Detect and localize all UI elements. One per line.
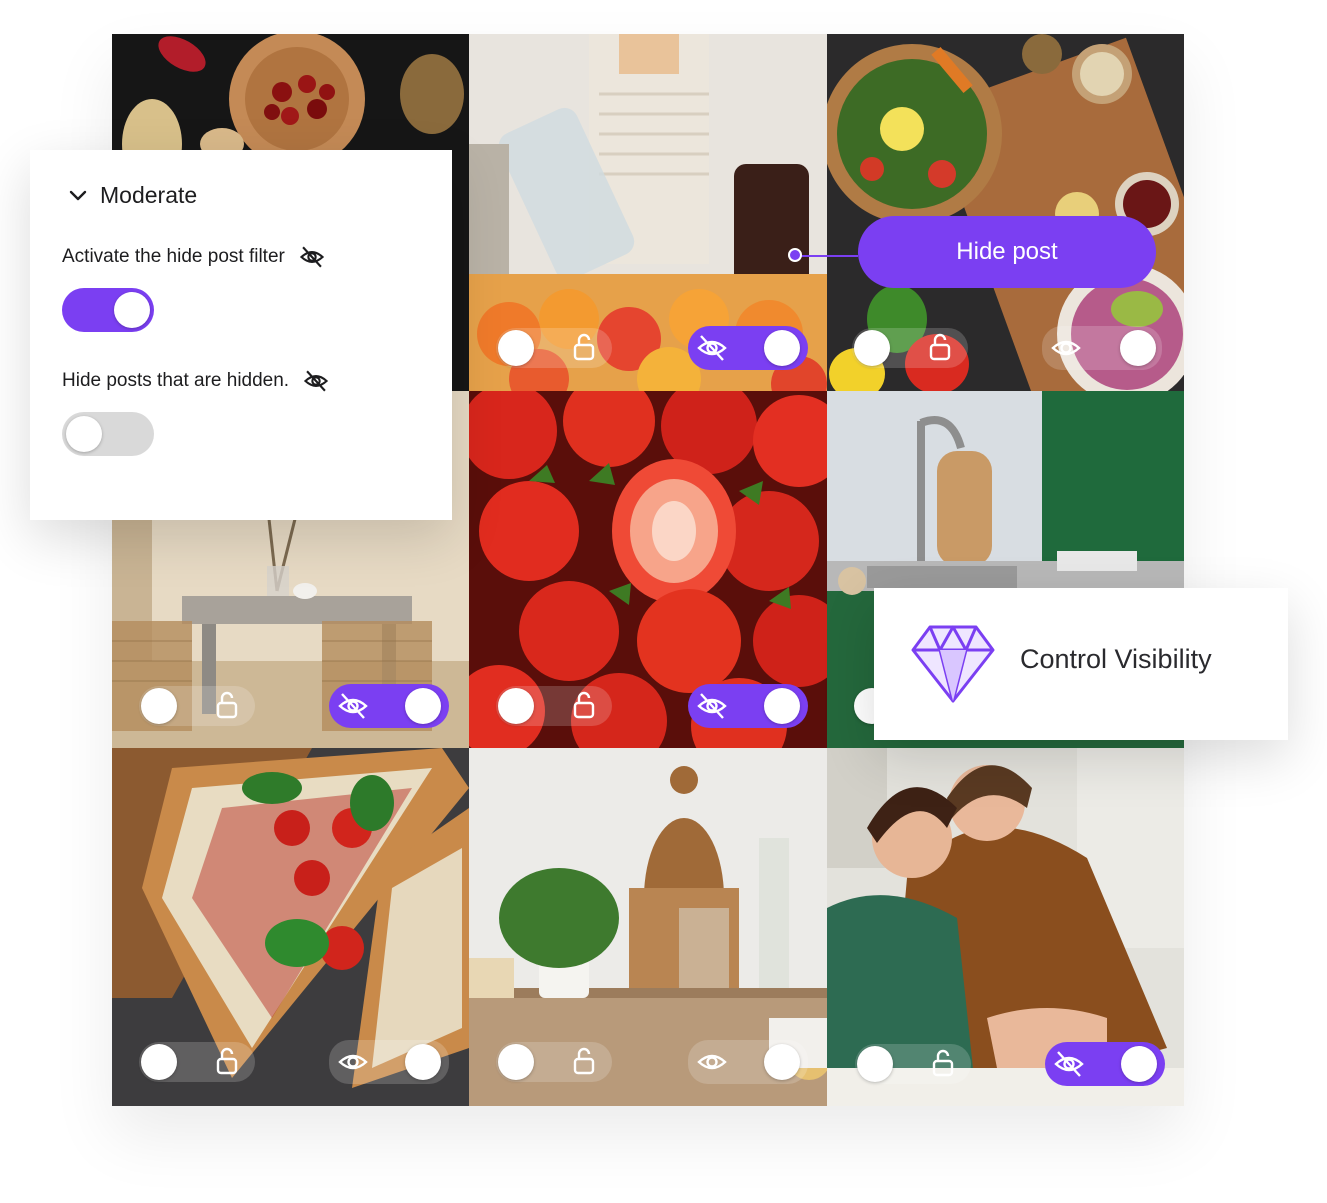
hidden-label: Hide posts that are hidden. [62, 370, 290, 391]
hide-toggle-knob[interactable] [764, 1044, 800, 1080]
hide-toggle-knob[interactable] [764, 330, 800, 366]
unlock-icon[interactable] [568, 689, 600, 721]
hide-toggle-knob[interactable] [405, 1044, 441, 1080]
eye-icon [696, 1046, 728, 1078]
eye-off-icon [696, 332, 728, 364]
hide-toggle-knob[interactable] [1120, 330, 1156, 366]
lock-knob[interactable] [857, 1046, 893, 1082]
hidden-row: Hide posts that are hidden. [62, 368, 329, 394]
hidden-toggle[interactable] [62, 412, 154, 456]
lock-knob[interactable] [141, 1044, 177, 1080]
unlock-icon[interactable] [924, 331, 956, 363]
eye-icon [337, 1046, 369, 1078]
hide-post-button[interactable]: Hide post [858, 216, 1156, 288]
eye-off-icon [337, 690, 369, 722]
eye-off-icon [696, 690, 728, 722]
hidden-toggle-knob [66, 416, 102, 452]
eye-icon [1050, 332, 1082, 364]
moderate-header[interactable]: Moderate [68, 182, 197, 209]
hide-toggle-knob[interactable] [764, 688, 800, 724]
eye-off-icon [303, 368, 329, 394]
control-visibility-card: Control Visibility [874, 588, 1288, 740]
control-visibility-label: Control Visibility [1020, 644, 1212, 674]
lock-knob[interactable] [498, 688, 534, 724]
unlock-icon[interactable] [211, 689, 243, 721]
callout-connector [796, 255, 858, 257]
panel-title: Moderate [100, 182, 198, 208]
filter-toggle[interactable] [62, 288, 154, 332]
lock-knob[interactable] [498, 1044, 534, 1080]
lock-knob[interactable] [498, 330, 534, 366]
unlock-icon[interactable] [568, 331, 600, 363]
lock-knob[interactable] [854, 330, 890, 366]
chevron-down-icon[interactable] [68, 186, 88, 206]
unlock-icon[interactable] [927, 1047, 959, 1079]
filter-label: Activate the hide post filter [62, 246, 285, 267]
moderate-panel: Moderate Activate the hide post filter H… [30, 150, 452, 520]
eye-off-icon [299, 244, 325, 270]
hide-toggle-knob[interactable] [405, 688, 441, 724]
hide-toggle-knob[interactable] [1121, 1046, 1157, 1082]
unlock-icon[interactable] [211, 1045, 243, 1077]
unlock-icon[interactable] [568, 1045, 600, 1077]
callout-dot [788, 248, 802, 262]
lock-knob[interactable] [141, 688, 177, 724]
diamond-icon [911, 625, 995, 703]
filter-toggle-knob [114, 292, 150, 328]
filter-row: Activate the hide post filter [62, 244, 325, 270]
eye-off-icon [1053, 1048, 1085, 1080]
